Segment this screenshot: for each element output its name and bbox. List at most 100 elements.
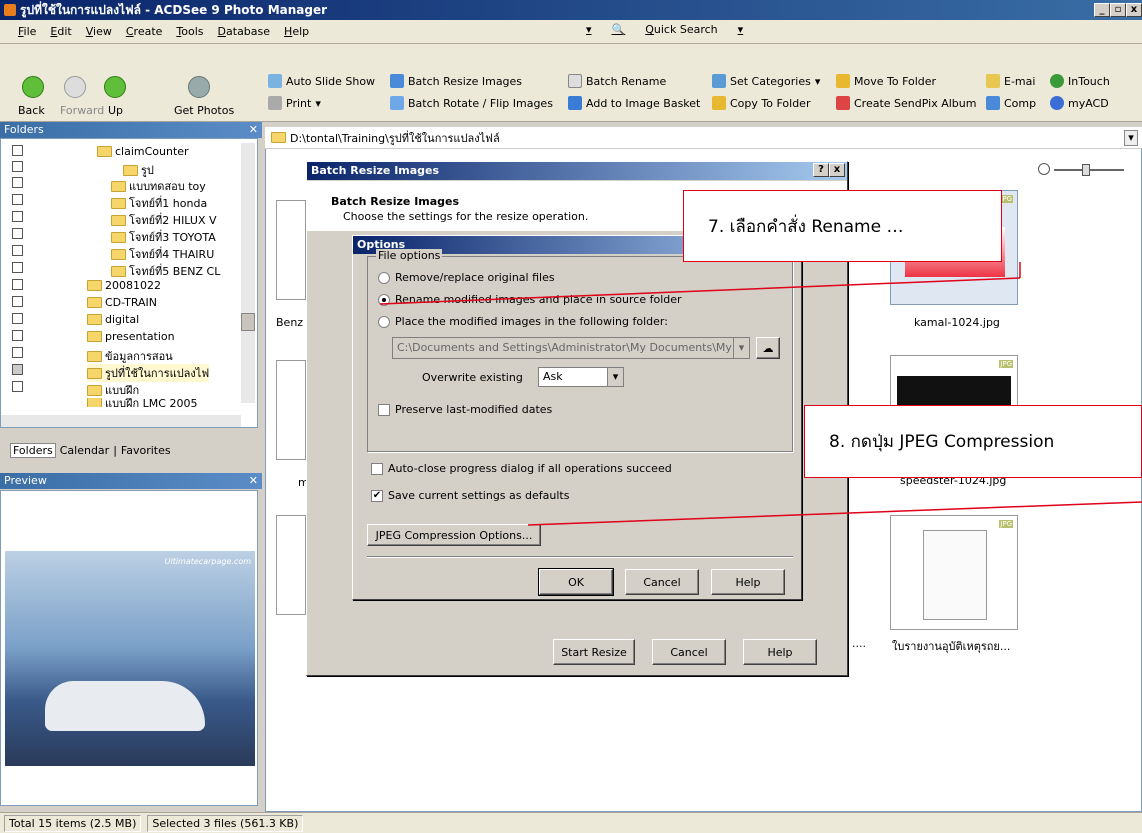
up-arrow-icon[interactable] bbox=[104, 76, 126, 98]
scrollbar-thumb[interactable] bbox=[241, 313, 255, 331]
checkbox[interactable] bbox=[12, 296, 23, 307]
menu-help[interactable]: Help bbox=[284, 25, 309, 38]
tree-item[interactable]: แบบฝึก LMC 2005 bbox=[87, 398, 197, 407]
tree-item[interactable]: digital bbox=[87, 313, 139, 326]
browse-folder-button[interactable]: ☁ bbox=[756, 337, 780, 359]
menu-edit[interactable]: Edit bbox=[50, 25, 71, 38]
start-resize-button[interactable]: Start Resize bbox=[553, 639, 635, 665]
ok-button[interactable]: OK bbox=[538, 568, 614, 596]
path-bar[interactable]: D:\tontal\Training\รูปที่ใช้ในการแปลงไฟล… bbox=[265, 127, 1142, 149]
checkbox[interactable] bbox=[12, 279, 23, 290]
sendpix-button[interactable]: Create SendPix Album bbox=[836, 96, 976, 110]
camera-icon[interactable] bbox=[188, 76, 210, 98]
help-icon[interactable]: ? bbox=[813, 163, 829, 177]
close-button[interactable]: x bbox=[1126, 3, 1142, 17]
place-folder-radio[interactable]: Place the modified images in the followi… bbox=[378, 315, 668, 328]
tree-item[interactable]: 20081022 bbox=[87, 279, 161, 292]
thumbnail-report[interactable]: JPG bbox=[890, 515, 1018, 630]
get-photos-button[interactable]: Get Photos bbox=[174, 104, 234, 117]
tree-item[interactable]: โจทย์ที่4 THAIRU bbox=[111, 245, 214, 263]
chevron-down-icon[interactable]: ▾ bbox=[738, 23, 744, 36]
tree-item[interactable]: แบบฝึก bbox=[87, 381, 139, 399]
tree-item[interactable]: ข้อมูลการสอน bbox=[87, 347, 173, 365]
menu-create[interactable]: Create bbox=[126, 25, 163, 38]
tree-item[interactable]: โจทย์ที่3 TOYOTA bbox=[111, 228, 216, 246]
save-defaults-checkbox[interactable]: ✔ Save current settings as defaults bbox=[371, 489, 569, 502]
batch-rotate-button[interactable]: Batch Rotate / Flip Images bbox=[390, 96, 553, 110]
batch-resize-button[interactable]: Batch Resize Images bbox=[390, 74, 522, 88]
up-button[interactable]: Up bbox=[108, 104, 123, 117]
print-button[interactable]: Print ▾ bbox=[268, 96, 321, 110]
thumbnail-partial[interactable] bbox=[276, 515, 306, 615]
forward-button[interactable]: Forward bbox=[60, 104, 104, 117]
file-caption[interactable]: Benz bbox=[276, 316, 303, 329]
tree-item[interactable]: presentation bbox=[87, 330, 175, 343]
close-icon[interactable]: ✕ bbox=[249, 473, 258, 489]
checkbox[interactable] bbox=[12, 211, 23, 222]
checkbox[interactable] bbox=[12, 313, 23, 324]
checkbox[interactable] bbox=[12, 194, 23, 205]
preserve-dates-checkbox[interactable]: Preserve last-modified dates bbox=[378, 403, 552, 416]
tree-item[interactable]: โจทย์ที่5 BENZ CL bbox=[111, 262, 220, 280]
dropdown-arrow-icon[interactable]: ▾ bbox=[586, 23, 592, 36]
email-button[interactable]: E-mai bbox=[986, 74, 1035, 88]
menu-view[interactable]: View bbox=[86, 25, 112, 38]
checkbox[interactable] bbox=[12, 145, 23, 156]
checkbox[interactable] bbox=[12, 228, 23, 239]
checkbox[interactable] bbox=[12, 262, 23, 273]
cancel-button[interactable]: Cancel bbox=[625, 569, 699, 595]
tree-item[interactable]: claimCounter bbox=[97, 145, 189, 158]
checkbox[interactable] bbox=[12, 364, 23, 375]
checkbox[interactable] bbox=[12, 381, 23, 392]
back-button[interactable]: Back bbox=[18, 104, 45, 117]
auto-close-checkbox[interactable]: Auto-close progress dialog if all operat… bbox=[371, 462, 672, 475]
checkbox[interactable] bbox=[12, 330, 23, 341]
file-caption[interactable]: .... bbox=[852, 637, 866, 650]
scrollbar[interactable] bbox=[241, 143, 255, 403]
checkbox[interactable] bbox=[12, 245, 23, 256]
tab-favorites[interactable]: Favorites bbox=[121, 444, 171, 457]
tree-item[interactable]: CD-TRAIN bbox=[87, 296, 157, 309]
checkbox[interactable] bbox=[12, 161, 23, 172]
tab-folders[interactable]: Folders bbox=[10, 442, 56, 458]
quick-search[interactable]: ▾ 🔍 Quick Search ▾ bbox=[586, 23, 757, 36]
tree-item[interactable]: โจทย์ที่1 honda bbox=[111, 194, 207, 212]
compare-button[interactable]: Comp bbox=[986, 96, 1036, 110]
myacd-button[interactable]: myACD bbox=[1050, 96, 1109, 110]
chevron-down-icon[interactable]: ▾ bbox=[1124, 129, 1138, 146]
tree-item[interactable]: แบบทดสอบ toy bbox=[111, 177, 206, 195]
forward-arrow-icon[interactable] bbox=[64, 76, 86, 98]
help-button[interactable]: Help bbox=[743, 639, 817, 665]
move-folder-button[interactable]: Move To Folder bbox=[836, 74, 936, 88]
intouch-button[interactable]: InTouch bbox=[1050, 74, 1110, 88]
checkbox[interactable] bbox=[12, 347, 23, 358]
tree-item[interactable]: โจทย์ที่2 HILUX V bbox=[111, 211, 217, 229]
tab-calendar[interactable]: Calendar bbox=[60, 444, 109, 457]
help-button[interactable]: Help bbox=[711, 569, 785, 595]
maximize-button[interactable]: ▫ bbox=[1110, 3, 1126, 17]
tree-item-selected[interactable]: รูปที่ใช้ในการแปลงไฟ bbox=[87, 364, 210, 382]
back-arrow-icon[interactable] bbox=[22, 76, 44, 98]
checkbox[interactable] bbox=[12, 177, 23, 188]
minimize-button[interactable]: _ bbox=[1094, 3, 1110, 17]
close-icon[interactable]: x bbox=[829, 163, 845, 177]
chevron-down-icon[interactable]: ▾ bbox=[733, 338, 749, 358]
add-basket-button[interactable]: Add to Image Basket bbox=[568, 96, 700, 110]
thumbnail-m[interactable] bbox=[276, 360, 306, 460]
jpeg-compression-button[interactable]: JPEG Compression Options... bbox=[367, 524, 541, 546]
overwrite-select[interactable]: Ask ▾ bbox=[538, 367, 624, 387]
menu-file[interactable]: File bbox=[18, 25, 36, 38]
zoom-slider[interactable] bbox=[1038, 163, 1138, 177]
horizontal-scrollbar[interactable] bbox=[1, 415, 241, 427]
file-caption[interactable]: kamal-1024.jpg bbox=[914, 316, 1000, 329]
copy-folder-button[interactable]: Copy To Folder bbox=[712, 96, 810, 110]
rename-radio[interactable]: Rename modified images and place in sour… bbox=[378, 293, 682, 306]
chevron-down-icon[interactable]: ▾ bbox=[607, 368, 623, 386]
set-categories-button[interactable]: Set Categories ▾ bbox=[712, 74, 820, 88]
thumbnail-benz[interactable] bbox=[276, 200, 306, 300]
folder-path-field[interactable]: C:\Documents and Settings\Administrator\… bbox=[392, 337, 750, 359]
menu-tools[interactable]: Tools bbox=[176, 25, 203, 38]
batch-rename-button[interactable]: Batch Rename bbox=[568, 74, 666, 88]
close-icon[interactable]: ✕ bbox=[249, 122, 258, 138]
file-caption[interactable]: ใบรายงานอุบัติเหตุรถย... bbox=[892, 637, 1010, 655]
